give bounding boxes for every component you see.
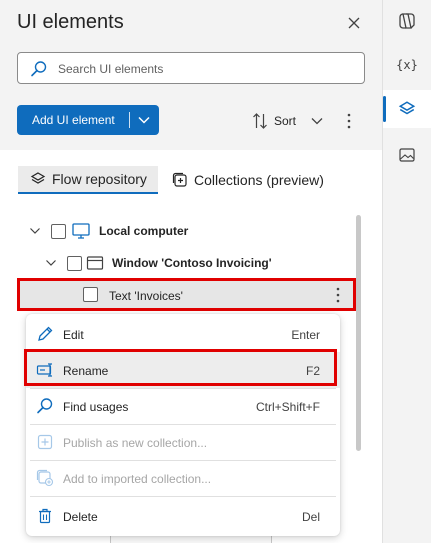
context-menu: Edit Enter Rename F2 Find usages Ctrl+Sh…	[26, 314, 340, 536]
chevron-down-icon[interactable]	[135, 111, 153, 129]
collection-add-icon	[36, 469, 54, 487]
sort-icon	[253, 113, 267, 129]
computer-icon	[72, 223, 90, 239]
chevron-down-icon[interactable]	[28, 224, 42, 238]
menu-item-label: Publish as new collection...	[63, 436, 208, 450]
menu-item-label: Delete	[63, 510, 98, 524]
rail-variables-button[interactable]: {x}	[383, 46, 431, 84]
variables-icon: {x}	[396, 58, 418, 72]
menu-item-label: Find usages	[63, 400, 129, 414]
menu-item-shortcut: Ctrl+Shift+F	[255, 400, 320, 414]
more-options-button[interactable]	[340, 111, 358, 131]
menu-item-publish-collection[interactable]: Publish as new collection...	[26, 424, 340, 460]
menu-item-find-usages[interactable]: Find usages Ctrl+Shift+F	[26, 388, 340, 424]
menu-item-shortcut: Del	[301, 510, 320, 524]
menu-item-edit[interactable]: Edit Enter	[26, 316, 340, 352]
tree-item-window[interactable]: Window 'Contoso Invoicing'	[44, 251, 272, 275]
menu-item-label: Rename	[63, 364, 109, 378]
collection-add-icon	[172, 172, 187, 187]
chevron-down-icon[interactable]	[44, 256, 58, 270]
tree-item-label: Text 'Invoices'	[109, 289, 183, 303]
pencil-icon	[38, 326, 53, 341]
underlying-panel-edge	[110, 536, 272, 543]
split-divider	[129, 112, 130, 128]
rail-copilot-button[interactable]	[383, 2, 431, 40]
search-icon	[37, 398, 53, 414]
layers-icon	[398, 101, 416, 115]
menu-divider	[30, 496, 336, 497]
window-icon	[86, 256, 104, 270]
tab-flow-repository[interactable]: Flow repository	[18, 166, 158, 194]
menu-item-shortcut: F2	[305, 364, 320, 378]
rail-ui-elements-button[interactable]	[383, 90, 431, 128]
menu-item-add-to-imported-collection[interactable]: Add to imported collection...	[26, 460, 340, 496]
sort-label: Sort	[274, 114, 297, 128]
image-icon	[399, 148, 415, 162]
sort-button[interactable]: Sort	[252, 110, 324, 132]
scrollbar[interactable]	[356, 215, 361, 451]
more-vertical-icon[interactable]	[329, 285, 347, 305]
tab-collections[interactable]: Collections (preview)	[172, 166, 332, 194]
tree-item-label: Local computer	[99, 224, 189, 238]
search-box[interactable]	[17, 52, 365, 84]
chevron-down-icon	[311, 118, 323, 125]
rename-icon	[36, 363, 52, 377]
tree-item-text-invoices[interactable]: Text 'Invoices'	[20, 280, 353, 310]
close-icon	[348, 17, 360, 29]
tab-flow-repository-label: Flow repository	[52, 171, 147, 187]
copilot-icon	[399, 13, 415, 29]
add-ui-element-label: Add UI element	[32, 113, 115, 127]
tree-item-label: Window 'Contoso Invoicing'	[112, 256, 272, 270]
menu-item-shortcut: Enter	[291, 328, 320, 342]
right-rail: {x}	[382, 0, 431, 543]
checkbox[interactable]	[67, 255, 82, 271]
menu-item-delete[interactable]: Delete Del	[26, 498, 340, 534]
checkbox[interactable]	[51, 223, 66, 239]
close-button[interactable]	[344, 13, 364, 33]
menu-item-label: Add to imported collection...	[63, 472, 212, 486]
checkbox[interactable]	[83, 287, 98, 302]
tab-collections-label: Collections (preview)	[194, 172, 324, 188]
trash-icon	[39, 508, 51, 524]
add-square-icon	[37, 434, 53, 450]
panel-title: UI elements	[17, 11, 124, 33]
menu-item-rename[interactable]: Rename F2	[26, 352, 340, 388]
layers-icon	[30, 172, 46, 184]
search-input[interactable]	[58, 59, 358, 79]
more-vertical-icon	[347, 113, 351, 129]
search-icon	[31, 61, 47, 77]
add-ui-element-button[interactable]: Add UI element	[17, 105, 159, 135]
rail-images-button[interactable]	[383, 136, 431, 174]
menu-item-label: Edit	[63, 328, 84, 342]
tree-item-local-computer[interactable]: Local computer	[28, 219, 188, 243]
